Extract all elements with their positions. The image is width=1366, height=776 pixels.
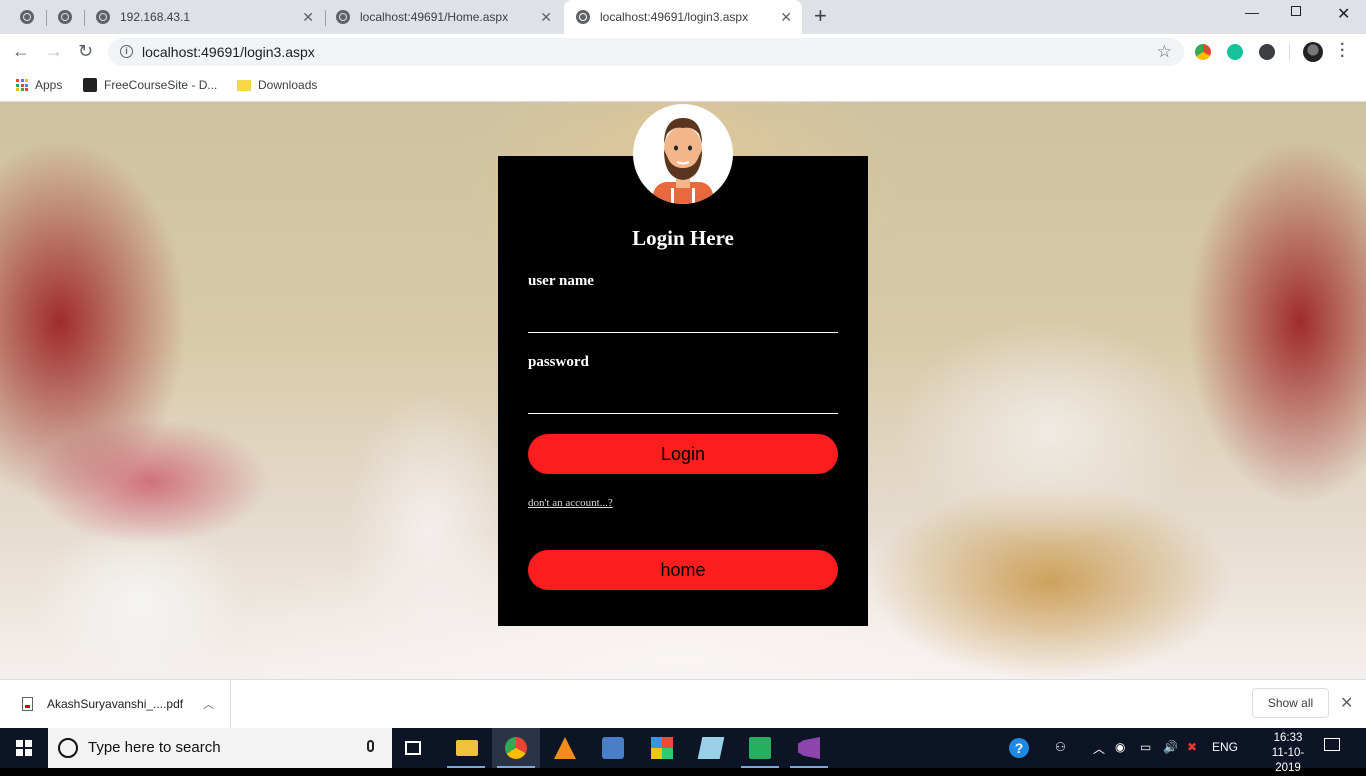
url-text[interactable]: localhost:49691/login3.aspx — [142, 44, 315, 60]
clock-date: 11-10-2019 — [1271, 747, 1305, 774]
tab-5-active[interactable]: localhost:49691/login3.aspx ✕ — [564, 0, 802, 34]
site-favicon — [83, 78, 97, 92]
office-icon[interactable] — [651, 737, 673, 759]
globe-icon — [336, 10, 350, 24]
chrome-color-icon[interactable] — [1195, 44, 1211, 60]
search-placeholder: Type here to search — [88, 739, 221, 756]
forward-arrow-icon[interactable]: → — [45, 41, 63, 61]
bookmark-label: FreeCourseSite - D... — [104, 78, 218, 92]
network-icon[interactable]: ◉ — [1115, 740, 1125, 754]
chrome-icon[interactable] — [505, 737, 527, 759]
chevron-up-icon[interactable]: ︿ — [203, 696, 214, 712]
close-icon[interactable]: ✕ — [1340, 693, 1353, 713]
back-arrow-icon[interactable]: ← — [12, 41, 30, 61]
minimize-icon[interactable]: — — [1245, 4, 1259, 20]
tab-1[interactable] — [10, 0, 44, 34]
clock[interactable]: 16:33 11-10-2019 — [1262, 731, 1314, 776]
antivirus-icon[interactable]: ✖ — [1187, 740, 1197, 754]
tab-title: localhost:49691/login3.aspx — [600, 10, 749, 24]
globe-icon — [20, 10, 34, 24]
microphone-icon[interactable] — [367, 740, 374, 752]
globe-icon — [576, 10, 590, 24]
network-app-icon[interactable] — [602, 737, 624, 759]
help-icon[interactable]: ? — [1009, 738, 1029, 758]
taskbar-search-box[interactable]: Type here to search — [48, 728, 392, 768]
bookmarks-bar: Apps FreeCourseSite - D... Downloads — [0, 70, 1366, 102]
profile-avatar[interactable] — [1303, 42, 1323, 62]
globe-icon — [58, 10, 72, 24]
tab-title: localhost:49691/Home.aspx — [360, 10, 509, 24]
cortana-icon — [58, 738, 78, 758]
close-tab-icon[interactable]: ✕ — [302, 9, 314, 26]
chevron-up-icon[interactable]: ︿ — [1093, 740, 1105, 757]
tab-3[interactable]: 192.168.43.1 ✕ — [86, 0, 324, 34]
bookmark-downloads[interactable]: Downloads — [237, 78, 317, 92]
tab-2[interactable] — [48, 0, 82, 34]
page-background: Login Here user name password Login don'… — [0, 102, 1366, 679]
windows-start-icon[interactable] — [16, 740, 32, 756]
menu-kebab-icon[interactable]: · · · — [1340, 37, 1346, 65]
reload-icon[interactable]: ↻ — [78, 41, 93, 61]
bookmark-star-icon[interactable]: ☆ — [1157, 42, 1172, 62]
folder-icon — [237, 79, 251, 91]
login-button[interactable]: Login — [528, 434, 838, 474]
visual-studio-icon[interactable] — [798, 737, 820, 759]
download-item[interactable]: AkashSuryavanshi_....pdf ︿ — [14, 680, 231, 728]
globe-icon — [96, 10, 110, 24]
address-bar[interactable]: i localhost:49691/login3.aspx ☆ — [108, 38, 1184, 66]
download-filename: AkashSuryavanshi_....pdf — [47, 697, 184, 711]
user-avatar-icon — [653, 118, 713, 204]
close-tab-icon[interactable]: ✕ — [540, 9, 552, 26]
notification-center-icon[interactable] — [1324, 738, 1340, 751]
spreadsheet-icon[interactable] — [749, 737, 771, 759]
download-shelf: AkashSuryavanshi_....pdf ︿ Show all ✕ — [0, 679, 1366, 728]
tab-separator — [84, 10, 85, 26]
bookmark-freecoursesite[interactable]: FreeCourseSite - D... — [83, 78, 217, 92]
tab-title: 192.168.43.1 — [120, 10, 191, 24]
info-icon[interactable]: i — [120, 45, 133, 58]
password-label: password — [528, 354, 589, 370]
username-input[interactable] — [528, 306, 838, 333]
home-button[interactable]: home — [528, 550, 838, 590]
close-tab-icon[interactable]: ✕ — [780, 9, 792, 26]
apps-grid-icon — [16, 79, 28, 91]
tab-strip: 192.168.43.1 ✕ localhost:49691/Home.aspx… — [0, 0, 1366, 34]
show-all-button[interactable]: Show all — [1252, 688, 1329, 718]
task-view-icon[interactable] — [405, 741, 421, 755]
tab-4[interactable]: localhost:49691/Home.aspx ✕ — [326, 0, 562, 34]
register-link[interactable]: don't an account...? — [528, 497, 613, 509]
language-indicator[interactable]: ENG — [1212, 740, 1238, 754]
bookmark-label: Downloads — [258, 78, 318, 92]
login-card: Login Here user name password Login don'… — [498, 156, 868, 626]
file-explorer-icon[interactable] — [456, 740, 478, 756]
grammarly-icon[interactable] — [1227, 44, 1243, 60]
vlc-icon[interactable] — [554, 737, 576, 759]
pdf-file-icon — [22, 697, 33, 711]
avatar — [633, 104, 733, 204]
volume-icon[interactable]: 🔊 — [1163, 740, 1178, 754]
new-tab-button[interactable]: + — [814, 5, 827, 27]
notes-icon[interactable] — [697, 737, 725, 759]
people-icon[interactable]: ⚇ — [1055, 740, 1066, 754]
bookmark-apps[interactable]: Apps — [16, 78, 62, 92]
k-extension-icon[interactable] — [1259, 44, 1275, 60]
login-title: Login Here — [632, 226, 734, 250]
battery-icon[interactable]: ▭ — [1140, 740, 1151, 754]
tab-separator — [46, 10, 47, 26]
bookmark-label: Apps — [35, 78, 63, 92]
username-label: user name — [528, 273, 594, 289]
maximize-icon[interactable] — [1291, 6, 1301, 16]
clock-time: 16:33 — [1273, 732, 1303, 744]
browser-toolbar: ← → ↻ i localhost:49691/login3.aspx ☆ · ·… — [0, 34, 1366, 70]
windows-taskbar: Type here to search ? ⚇ ︿ ◉ ▭ 🔊 ✖ ENG 16… — [0, 728, 1366, 774]
toolbar-divider — [1289, 44, 1290, 60]
password-input[interactable] — [528, 387, 838, 414]
close-window-icon[interactable]: ✕ — [1337, 4, 1350, 24]
